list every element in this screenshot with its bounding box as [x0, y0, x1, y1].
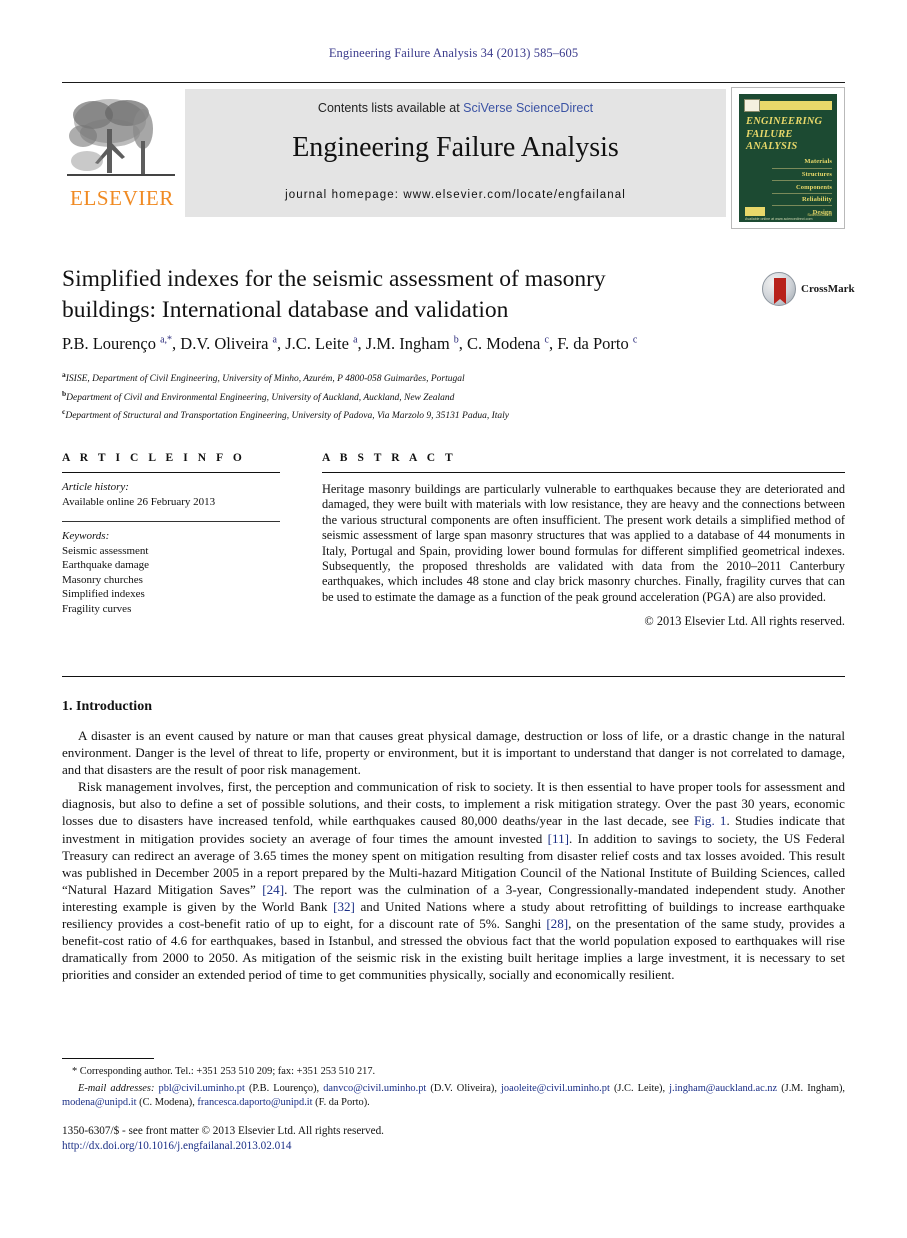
keyword-item: Fragility curves [62, 602, 132, 615]
article-info-rule-top [62, 472, 280, 473]
cover-artwork: ENGINEERING FAILURE ANALYSIS Materials S… [739, 94, 837, 222]
footnote-divider [62, 1058, 154, 1059]
header-divider [62, 82, 845, 83]
keyword-item: Simplified indexes [62, 588, 145, 600]
running-head: Engineering Failure Analysis 34 (2013) 5… [328, 46, 579, 60]
cover-footer-note: Available online at www.sciencedirect.co… [745, 217, 813, 221]
cover-sub-note: ScienceDirect [807, 212, 832, 217]
keywords-label: Keywords: [62, 530, 110, 542]
contents-available-line: Contents lists available at SciVerse Sci… [185, 101, 726, 115]
journal-cover-thumbnail[interactable]: ENGINEERING FAILURE ANALYSIS Materials S… [731, 87, 845, 229]
article-info-heading: A R T I C L E I N F O [62, 452, 246, 464]
email-addresses-note: E-mail addresses: pbl@civil.uminho.pt (P… [62, 1082, 845, 1110]
cover-topic-materials: Materials [772, 156, 832, 169]
keywords-block: Keywords: Seismic assessment Earthquake … [62, 529, 280, 616]
affiliation-text-a: ISISE, Department of Civil Engineering, … [65, 374, 465, 385]
abstract-column: A B S T R A C T Heritage masonry buildin… [322, 452, 845, 629]
imprint-block: 1350-6307/$ - see front matter © 2013 El… [62, 1124, 845, 1154]
email-addresses-value[interactable]: pbl@civil.uminho.pt (P.B. Lourenço), dan… [62, 1083, 845, 1108]
crossmark-badge[interactable]: CrossMark [762, 272, 855, 306]
article-history-label: Article history: [62, 481, 129, 493]
email-addresses-label: E-mail addresses: [78, 1083, 155, 1095]
keyword-item: Seismic assessment [62, 544, 149, 557]
cover-title: ENGINEERING FAILURE ANALYSIS [746, 116, 831, 154]
journal-banner: Contents lists available at SciVerse Sci… [185, 89, 726, 217]
affiliation-b: bDepartment of Civil and Environmental E… [62, 387, 845, 406]
article-info-rule-mid [62, 521, 280, 522]
page-title: Simplified indexes for the seismic asses… [62, 266, 606, 323]
journal-homepage-link[interactable]: journal homepage: www.elsevier.com/locat… [185, 189, 726, 201]
cover-title-line-2: FAILURE [746, 128, 793, 140]
journal-title: Engineering Failure Analysis [292, 132, 619, 163]
keyword-item: Earthquake damage [62, 559, 150, 571]
cover-topic-list: Materials Structures Components Reliabil… [772, 156, 832, 218]
keyword-item: Masonry churches [62, 573, 143, 586]
section-body: A disaster is an event caused by nature … [62, 727, 845, 983]
doi-link[interactable]: http://dx.doi.org/10.1016/j.engfailanal.… [62, 1139, 845, 1154]
article-history-block: Article history: Available online 26 Feb… [62, 480, 280, 509]
paragraph: A disaster is an event caused by nature … [62, 728, 845, 778]
affiliation-text-b: Department of Civil and Environmental En… [66, 392, 455, 403]
author-list: P.B. Lourenço a,*, D.V. Oliveira a, J.C.… [62, 334, 638, 353]
paragraph: Risk management involves, first, the per… [62, 779, 846, 983]
abstract-heading: A B S T R A C T [322, 452, 457, 464]
cover-title-line-3: ANALYSIS [746, 141, 798, 152]
article-history-value: Available online 26 February 2013 [62, 495, 216, 508]
cover-elsevier-badge-icon [744, 99, 760, 112]
paper-page: Engineering Failure Analysis 34 (2013) 5… [0, 0, 907, 1238]
affiliation-c: cDepartment of Structural and Transporta… [62, 405, 845, 424]
crossmark-circle-icon [762, 272, 796, 306]
journal-header-band: ELSEVIER Contents lists available at Sci… [62, 87, 845, 229]
footnote-block: * Corresponding author. Tel.: +351 253 5… [62, 1065, 845, 1111]
contents-prefix: Contents lists available at [317, 101, 464, 115]
abstract-text: Heritage masonry buildings are particula… [322, 482, 845, 604]
elsevier-wordmark: ELSEVIER [70, 186, 174, 210]
sciencedirect-link[interactable]: SciVerse ScienceDirect [463, 101, 593, 115]
corresponding-author-note: * Corresponding author. Tel.: +351 253 5… [72, 1066, 376, 1077]
crossmark-label: CrossMark [801, 283, 855, 295]
section-heading-introduction: 1. Introduction [62, 699, 152, 714]
abstract-rule-bottom [62, 676, 845, 677]
elsevier-tree-icon [67, 99, 175, 176]
issn-copyright-line: 1350-6307/$ - see front matter © 2013 El… [62, 1125, 384, 1137]
abstract-copyright: © 2013 Elsevier Ltd. All rights reserved… [644, 614, 845, 629]
article-info-column: A R T I C L E I N F O Article history: A… [62, 452, 280, 616]
abstract-rule-top [322, 472, 845, 473]
affiliation-text-c: Department of Structural and Transportat… [65, 411, 510, 422]
cover-topic-components: Components [772, 181, 832, 194]
cover-topic-structures: Structures [772, 169, 832, 182]
affiliation-a: aISISE, Department of Civil Engineering,… [62, 368, 845, 387]
affiliation-list: aISISE, Department of Civil Engineering,… [62, 368, 845, 424]
cover-topic-reliability: Reliability [772, 194, 832, 207]
cover-title-line-1: ENGINEERING [746, 116, 823, 127]
crossmark-bookmark-icon [774, 278, 786, 304]
elsevier-logo[interactable]: ELSEVIER [62, 89, 185, 217]
cover-footer-logo-icon [745, 207, 765, 216]
